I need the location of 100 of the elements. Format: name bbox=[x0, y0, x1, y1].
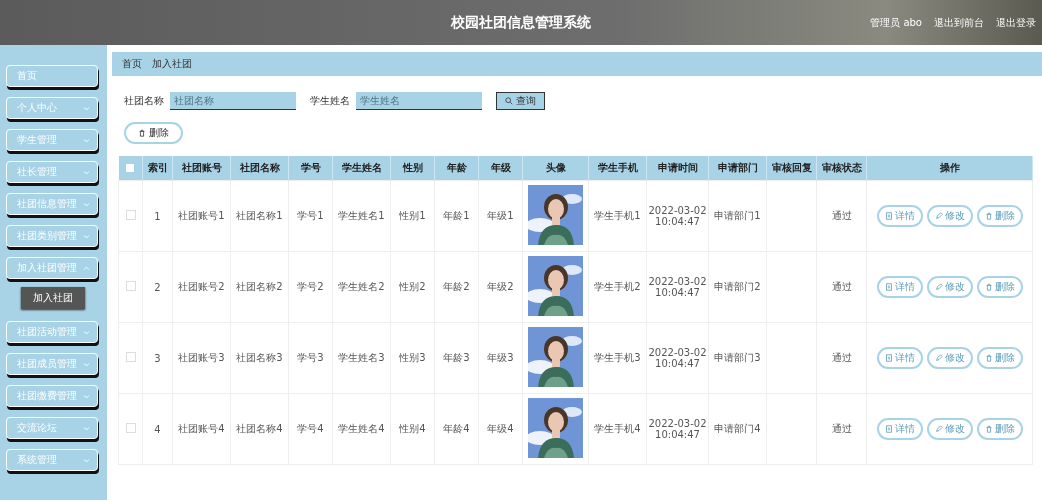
table-cell: 4 bbox=[154, 423, 161, 435]
table-cell: 年级3 bbox=[487, 352, 514, 363]
pencil-icon bbox=[934, 354, 943, 362]
table-cell: 申请部门1 bbox=[714, 210, 761, 221]
sidebar-item-label: 首页 bbox=[17, 69, 37, 83]
column-header: 索引 bbox=[147, 162, 168, 173]
sidebar-item-label: 社团缴费管理 bbox=[17, 389, 77, 403]
delete-button[interactable]: 删除 bbox=[124, 122, 183, 144]
sidebar-item-label: 社团类别管理 bbox=[17, 229, 77, 243]
table-cell: 社团账号2 bbox=[178, 281, 225, 292]
table-cell: 通过 bbox=[831, 281, 852, 292]
checkbox[interactable] bbox=[125, 281, 136, 291]
checkbox[interactable] bbox=[125, 423, 136, 433]
edit-button[interactable]: 修改 bbox=[926, 205, 973, 227]
column-header: 性别 bbox=[402, 162, 423, 173]
table-cell: 社团名称3 bbox=[236, 352, 283, 363]
breadcrumb-item[interactable]: 首页 bbox=[122, 57, 142, 71]
checkbox[interactable] bbox=[126, 163, 135, 172]
table-cell: 性别4 bbox=[399, 423, 426, 434]
search-field[interactable]: 学生姓名 bbox=[356, 92, 482, 110]
sidebar-item-label: 社长管理 bbox=[17, 165, 57, 179]
table-cell: 学号2 bbox=[297, 281, 324, 292]
sidebar-item-label: 社团信息管理 bbox=[17, 197, 77, 211]
table-cell: 学生姓名2 bbox=[338, 281, 385, 292]
table-cell: 年级4 bbox=[487, 423, 514, 434]
field-label: 社团名称 bbox=[124, 94, 164, 108]
checkbox[interactable] bbox=[125, 210, 136, 220]
table-cell: 申请部门3 bbox=[714, 352, 761, 363]
table-cell: 学生手机1 bbox=[594, 210, 641, 221]
table-cell: 1 bbox=[154, 210, 161, 222]
table-cell: 年龄4 bbox=[443, 423, 470, 434]
table-cell: 年龄1 bbox=[443, 210, 470, 221]
sidebar-item-label: 交流论坛 bbox=[17, 421, 57, 435]
pencil-icon bbox=[934, 283, 943, 291]
table-cell: 学生手机2 bbox=[594, 281, 641, 292]
delete-button[interactable]: 删除 bbox=[976, 347, 1023, 369]
details-button[interactable]: 详情 bbox=[876, 276, 923, 298]
table-cell: 学号3 bbox=[297, 352, 324, 363]
table-cell: 学生姓名4 bbox=[338, 423, 385, 434]
sidebar-item-label: 社团活动管理 bbox=[17, 325, 77, 339]
table-cell: 社团账号3 bbox=[178, 352, 225, 363]
edit-button[interactable]: 修改 bbox=[926, 347, 973, 369]
column-header: 社团账号 bbox=[181, 162, 222, 173]
sidebar-item-label: 学生管理 bbox=[17, 133, 57, 147]
checkbox[interactable] bbox=[125, 352, 136, 362]
edit-button[interactable]: 修改 bbox=[926, 418, 973, 440]
header-link[interactable]: 退出到前台 bbox=[934, 15, 984, 30]
field-label: 学生姓名 bbox=[310, 94, 350, 108]
table-cell: 性别3 bbox=[399, 352, 426, 363]
table-cell: 学号4 bbox=[297, 423, 324, 434]
column-header: 审核状态 bbox=[821, 162, 862, 173]
window-title: 校园社团信息管理系统 bbox=[451, 13, 591, 32]
document-icon bbox=[884, 354, 893, 362]
table-cell: 2 bbox=[154, 281, 161, 293]
sidebar-item-label: 系统管理 bbox=[17, 453, 57, 467]
delete-button[interactable]: 删除 bbox=[976, 276, 1023, 298]
breadcrumb-item[interactable]: 加入社团 bbox=[152, 57, 192, 71]
table-cell: 通过 bbox=[831, 352, 852, 363]
table-cell: 年级1 bbox=[487, 210, 514, 221]
column-header: 申请部门 bbox=[717, 162, 758, 173]
search-button[interactable]: 查询 bbox=[496, 92, 545, 110]
trash-icon bbox=[984, 354, 993, 362]
table-cell: 社团名称4 bbox=[236, 423, 283, 434]
details-button[interactable]: 详情 bbox=[876, 347, 923, 369]
table-cell: 申请部门2 bbox=[714, 281, 761, 292]
table-cell: 年龄3 bbox=[443, 352, 470, 363]
table-cell: 2022-03-02 10:04:47 bbox=[648, 205, 707, 227]
trash-icon bbox=[984, 283, 993, 291]
table-cell: 社团名称1 bbox=[236, 210, 283, 221]
pencil-icon bbox=[934, 425, 943, 433]
user-label: 管理员 abo bbox=[870, 15, 922, 30]
table-cell: 年龄2 bbox=[443, 281, 470, 292]
document-icon bbox=[884, 283, 893, 291]
header-link[interactable]: 退出登录 bbox=[996, 15, 1036, 30]
edit-button[interactable]: 修改 bbox=[926, 276, 973, 298]
trash-icon bbox=[984, 425, 993, 433]
search-field[interactable]: 社团名称 bbox=[170, 92, 296, 110]
table-cell: 社团账号1 bbox=[178, 210, 225, 221]
column-header: 学生手机 bbox=[597, 162, 638, 173]
trash-icon bbox=[138, 129, 146, 137]
column-header: 头像 bbox=[545, 162, 566, 173]
column-header: 社团名称 bbox=[239, 162, 280, 173]
table-cell: 2022-03-02 10:04:47 bbox=[648, 347, 707, 369]
table-cell: 通过 bbox=[831, 210, 852, 221]
table-cell: 年级2 bbox=[487, 281, 514, 292]
table-cell: 3 bbox=[154, 352, 161, 364]
table-cell: 2022-03-02 10:04:47 bbox=[648, 418, 707, 440]
submenu-item[interactable]: 加入社团 bbox=[21, 287, 85, 309]
column-header: 年级 bbox=[490, 162, 511, 173]
delete-button[interactable]: 删除 bbox=[976, 205, 1023, 227]
details-button[interactable]: 详情 bbox=[876, 418, 923, 440]
trash-icon bbox=[984, 212, 993, 220]
sidebar-item-label: 加入社团管理 bbox=[17, 261, 77, 275]
table-cell: 学生姓名1 bbox=[338, 210, 385, 221]
column-header: 操作 bbox=[939, 162, 960, 173]
details-button[interactable]: 详情 bbox=[876, 205, 923, 227]
delete-button[interactable]: 删除 bbox=[976, 418, 1023, 440]
table-cell: 学生姓名3 bbox=[338, 352, 385, 363]
table-cell: 通过 bbox=[831, 423, 852, 434]
table-cell: 社团名称2 bbox=[236, 281, 283, 292]
